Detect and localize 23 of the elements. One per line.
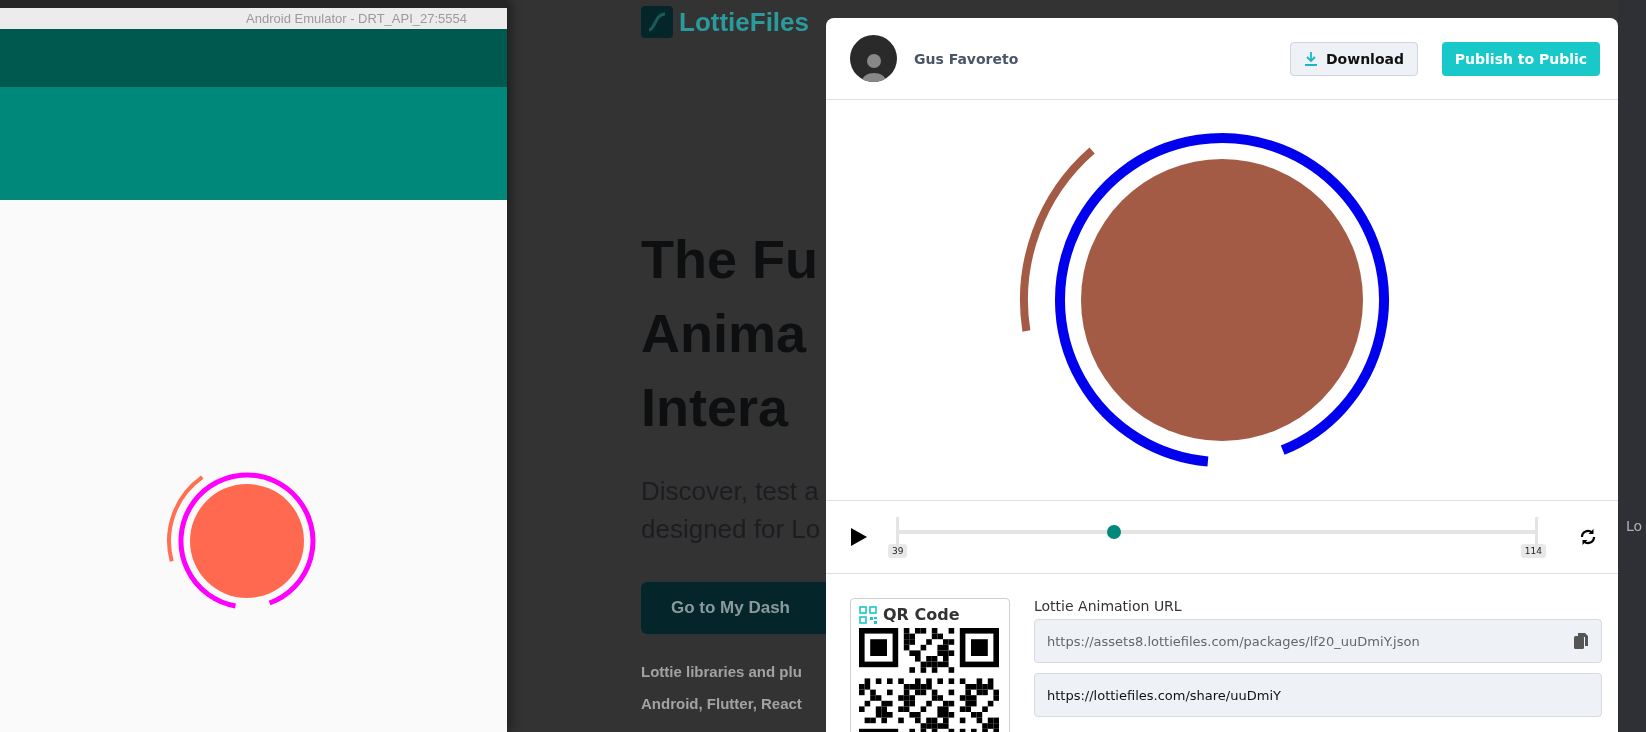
window-title: Android Emulator - DRT_API_27:5554: [246, 11, 467, 26]
download-icon: [1304, 50, 1318, 67]
avatar: [850, 35, 897, 82]
edge-text: Lo: [1625, 518, 1644, 534]
body-text: Lottie libraries and plu: [641, 662, 803, 682]
play-button[interactable]: [850, 527, 868, 547]
url-field[interactable]: https://lottiefiles.com/share/uuDmiY: [1034, 673, 1602, 717]
qr-title: QR Code: [883, 605, 960, 624]
dashboard-button[interactable]: Go to My Dash: [641, 582, 826, 634]
download-button[interactable]: Download: [1290, 41, 1418, 76]
body-text: Android, Flutter, React: [641, 694, 803, 714]
timeline-track[interactable]: [896, 517, 1538, 547]
frame-label: 114: [1520, 544, 1546, 558]
logo-text: LottieFiles: [679, 6, 809, 38]
frame-label: 39: [888, 544, 908, 558]
author-name: Gus Favoreto: [914, 50, 1019, 67]
logo-icon: [641, 6, 673, 38]
qr-icon: [859, 605, 877, 624]
url-field[interactable]: https://assets8.lottiefiles.com/packages/lf20_uuDmiY.json: [1034, 619, 1602, 663]
field-label: Lottie Animation URL: [1034, 598, 1183, 614]
loop-button[interactable]: [1578, 527, 1598, 547]
copy-icon: [1573, 632, 1589, 650]
timeline-thumb[interactable]: [1107, 525, 1122, 539]
